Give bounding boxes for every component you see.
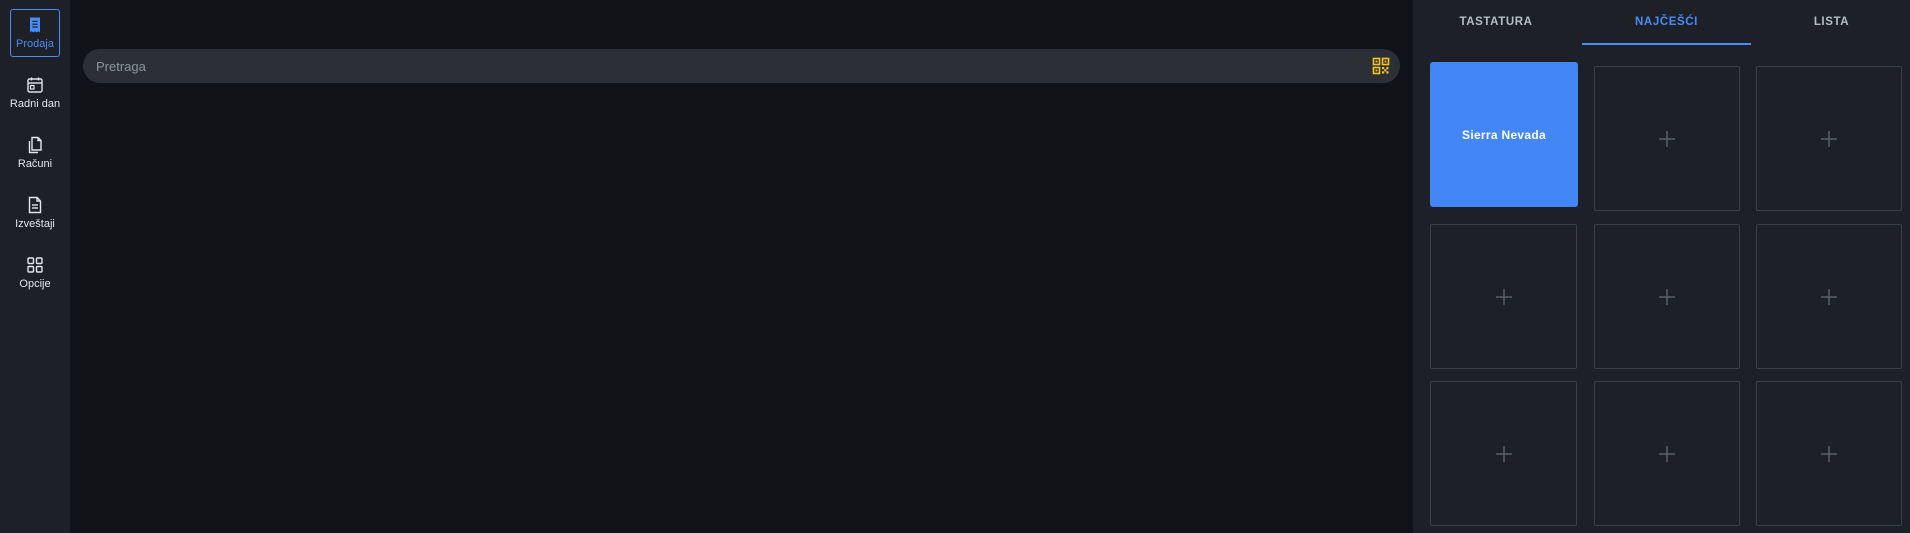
plus-icon [1821,445,1837,462]
tab-lista[interactable]: LISTA [1753,0,1910,45]
sidebar-item-label: Računi [17,158,53,170]
product-tile-label: Sierra Nevada [1462,127,1546,142]
sidebar-item-label: Opcije [19,278,51,290]
grid-icon [27,257,43,273]
add-product-tile[interactable] [1430,224,1577,369]
favorites-panel: TASTATURA NAJČEŠĆI LISTA Sierra Nevada [1413,0,1910,533]
sidebar-item-izvestaji[interactable]: Izveštaji [10,189,60,237]
plus-icon [1495,288,1512,305]
plus-icon [1495,445,1512,462]
add-product-tile[interactable] [1594,381,1740,526]
sidebar-item-label: Radni dan [9,98,61,110]
add-product-tile[interactable] [1756,381,1902,526]
plus-icon [1821,288,1837,305]
sidebar-item-label: Prodaja [16,38,54,50]
add-product-tile[interactable] [1756,224,1902,369]
tab-tastatura[interactable]: TASTATURA [1413,0,1579,45]
report-icon [28,196,42,214]
sidebar-item-prodaja[interactable]: Prodaja [10,9,60,57]
plus-icon [1821,130,1837,147]
add-product-tile[interactable] [1430,381,1577,526]
plus-icon [1659,288,1675,305]
receipt-icon [30,17,40,33]
search-input[interactable] [96,49,1346,83]
add-product-tile[interactable] [1756,66,1902,211]
sidebar-item-racuni[interactable]: Računi [10,129,60,177]
add-product-tile[interactable] [1594,66,1740,211]
calendar-icon [27,77,43,93]
search-bar [83,49,1400,83]
qr-code-icon[interactable] [1372,57,1390,75]
plus-icon [1659,130,1675,147]
sidebar-item-radni-dan[interactable]: Radni dan [10,69,60,117]
product-tile[interactable]: Sierra Nevada [1430,62,1578,207]
documents-icon [28,136,42,154]
plus-icon [1659,445,1675,462]
sidebar: Prodaja Radni dan Računi Izveštaji Opcij… [0,0,70,533]
tab-najcesci[interactable]: NAJČEŠĆI [1582,0,1751,45]
sidebar-item-opcije[interactable]: Opcije [10,249,60,297]
sidebar-item-label: Izveštaji [15,218,55,230]
add-product-tile[interactable] [1594,224,1740,369]
